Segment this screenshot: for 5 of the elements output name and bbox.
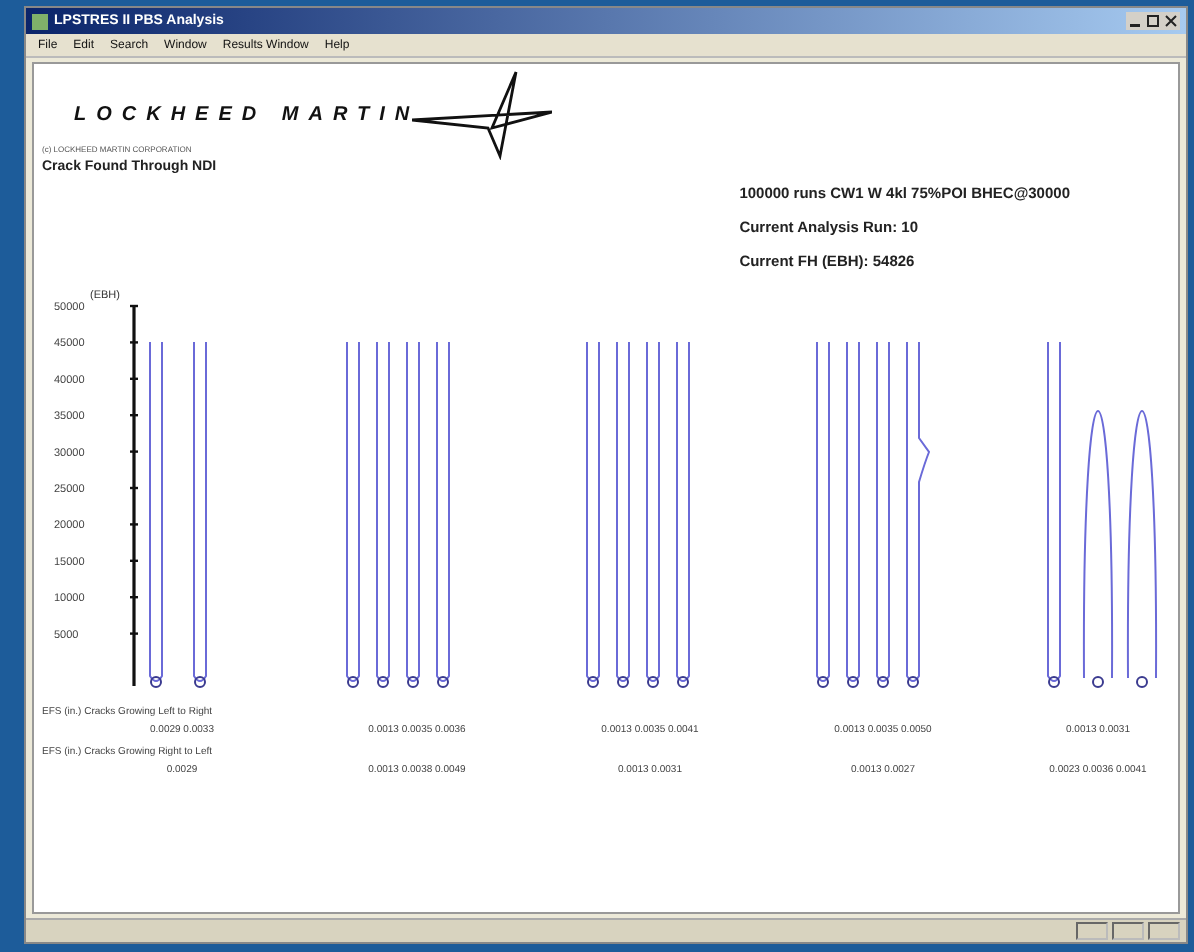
star-logo-icon: [411, 68, 552, 160]
app-icon: [32, 13, 48, 29]
logo-text: LOCKHEED MARTIN: [74, 103, 420, 125]
close-icon[interactable]: [1164, 14, 1178, 28]
maximize-icon[interactable]: [1146, 14, 1160, 28]
